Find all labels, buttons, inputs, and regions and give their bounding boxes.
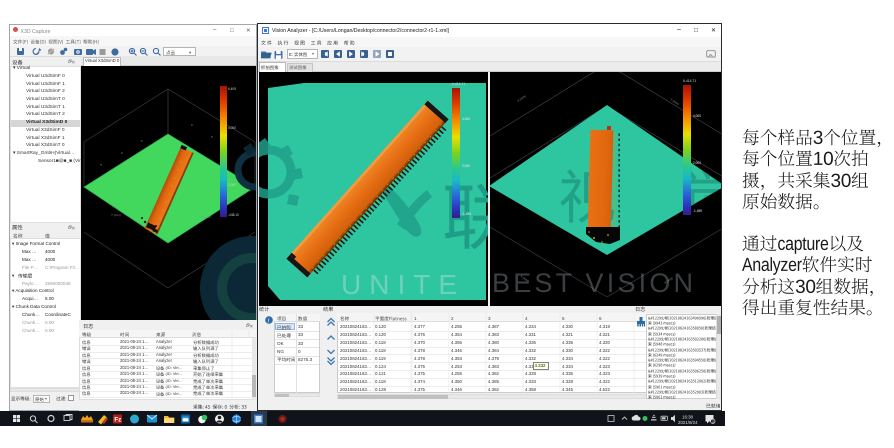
svg-text:4,000: 4,000 [228, 126, 236, 130]
svg-text:-448.10: -448.10 [228, 213, 239, 217]
svg-text:2,000: 2,000 [693, 161, 701, 165]
svg-text:2,000: 2,000 [228, 183, 236, 187]
svg-text:4,000: 4,000 [462, 117, 470, 121]
svg-text:2,000: 2,000 [462, 164, 470, 168]
svg-text:X (mm): X (mm) [201, 215, 211, 219]
svg-text:-1,459: -1,459 [462, 212, 471, 216]
svg-text:6,414.71: 6,414.71 [452, 82, 465, 86]
svg-text:16:38: 16:38 [682, 415, 694, 420]
svg-text:UNITE: UNITE [341, 269, 465, 300]
svg-text:6,409: 6,409 [228, 87, 236, 91]
svg-text:-1,459: -1,459 [693, 209, 702, 213]
svg-text:Fz: Fz [114, 417, 122, 424]
svg-text:6,414.71: 6,414.71 [683, 79, 696, 83]
svg-text:2021/8/24: 2021/8/24 [678, 420, 698, 425]
svg-text:Y (mm): Y (mm) [111, 213, 121, 217]
svg-text:4,000: 4,000 [693, 114, 701, 118]
